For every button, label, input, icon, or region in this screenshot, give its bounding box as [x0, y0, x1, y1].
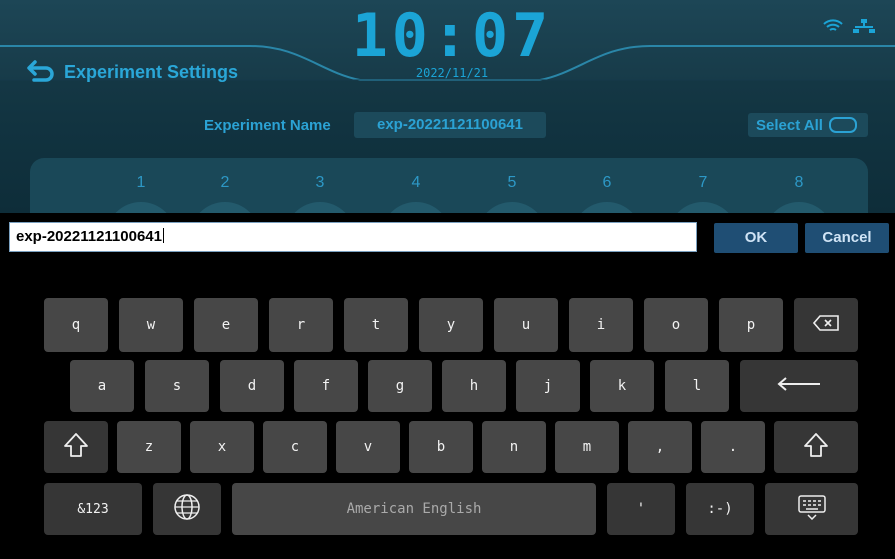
- shift-key-right[interactable]: [774, 421, 858, 473]
- backspace-key[interactable]: [794, 298, 858, 352]
- space-key[interactable]: American English: [232, 483, 596, 535]
- key-p[interactable]: p: [719, 298, 783, 352]
- keyboard-hide-icon: [797, 494, 827, 524]
- key-b[interactable]: b: [409, 421, 473, 473]
- backspace-icon: [812, 315, 839, 335]
- page-title: Experiment Settings: [64, 61, 239, 82]
- key-x[interactable]: x: [190, 421, 254, 473]
- key-d[interactable]: d: [220, 360, 284, 412]
- symbols-key[interactable]: &123: [44, 483, 142, 535]
- key-w[interactable]: w: [119, 298, 183, 352]
- key-y[interactable]: y: [419, 298, 483, 352]
- key-z[interactable]: z: [117, 421, 181, 473]
- back-arrow-icon: [26, 58, 56, 86]
- shift-icon: [803, 432, 829, 462]
- well-number: 6: [602, 174, 612, 191]
- key-period[interactable]: .: [701, 421, 765, 473]
- experiment-name-label: Experiment Name: [204, 117, 331, 134]
- clock-display: 10:07: [351, 1, 553, 71]
- ok-button[interactable]: OK: [714, 223, 798, 253]
- cancel-button[interactable]: Cancel: [805, 223, 889, 253]
- shift-icon: [63, 432, 89, 462]
- key-k[interactable]: k: [590, 360, 654, 412]
- smiley-key[interactable]: :-): [686, 483, 754, 535]
- well-number: 1: [136, 174, 146, 191]
- enter-key[interactable]: [740, 360, 858, 412]
- experiment-settings-screen: 10:07 2022/11/21 Experiment Settings Exp…: [0, 0, 895, 213]
- key-m[interactable]: m: [555, 421, 619, 473]
- well-number: 2: [220, 174, 230, 191]
- key-h[interactable]: h: [442, 360, 506, 412]
- date-display: 2022/11/21: [415, 66, 489, 80]
- key-apostrophe[interactable]: ': [607, 483, 675, 535]
- key-l[interactable]: l: [665, 360, 729, 412]
- well-number: 5: [507, 174, 517, 191]
- key-u[interactable]: u: [494, 298, 558, 352]
- key-s[interactable]: s: [145, 360, 209, 412]
- key-t[interactable]: t: [344, 298, 408, 352]
- key-e[interactable]: e: [194, 298, 258, 352]
- well-number: 7: [698, 174, 708, 191]
- select-all-label: Select All: [756, 116, 823, 134]
- well-number: 4: [411, 174, 421, 191]
- select-all-toggle[interactable]: Select All: [748, 113, 868, 137]
- text-input-field[interactable]: exp-20221121100641: [9, 222, 697, 252]
- hide-keyboard-key[interactable]: [765, 483, 858, 535]
- key-q[interactable]: q: [44, 298, 108, 352]
- toggle-switch-icon: [828, 117, 857, 133]
- back-button[interactable]: Experiment Settings: [26, 58, 238, 86]
- key-n[interactable]: n: [482, 421, 546, 473]
- shift-key-left[interactable]: [44, 421, 108, 473]
- input-value: exp-20221121100641: [16, 228, 162, 245]
- well-number: 3: [315, 174, 325, 191]
- key-a[interactable]: a: [70, 360, 134, 412]
- key-o[interactable]: o: [644, 298, 708, 352]
- language-key[interactable]: [153, 483, 221, 535]
- key-i[interactable]: i: [569, 298, 633, 352]
- status-icons: [823, 18, 875, 38]
- key-j[interactable]: j: [516, 360, 580, 412]
- globe-icon: [173, 493, 201, 525]
- network-icon: [853, 18, 875, 38]
- key-g[interactable]: g: [368, 360, 432, 412]
- key-f[interactable]: f: [294, 360, 358, 412]
- well-number: 8: [794, 174, 804, 191]
- wifi-icon: [823, 18, 843, 38]
- enter-arrow-icon: [777, 377, 821, 395]
- key-comma[interactable]: ,: [628, 421, 692, 473]
- text-caret: [162, 228, 164, 243]
- key-r[interactable]: r: [269, 298, 333, 352]
- key-c[interactable]: c: [263, 421, 327, 473]
- experiment-name-field[interactable]: exp-20221121100641: [354, 112, 546, 138]
- key-v[interactable]: v: [336, 421, 400, 473]
